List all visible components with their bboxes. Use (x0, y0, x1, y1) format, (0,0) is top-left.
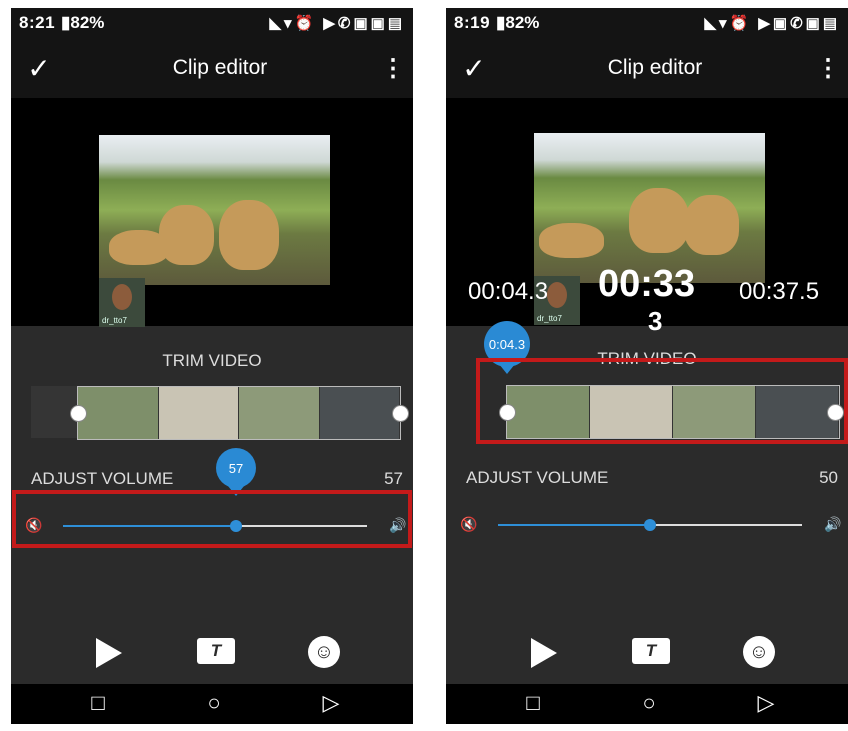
adjust-volume-label: ADJUST VOLUME (31, 469, 174, 488)
checkmark-icon[interactable]: ✓ (11, 52, 67, 85)
trim-video-label: TRIM VIDEO (162, 351, 262, 370)
timer-overflow-digit: 3 (648, 306, 663, 336)
status-bar: 8:19 ▮ 82% ◣▾⏰ ▶▣✆▣▤ (446, 8, 848, 38)
thumbnail-handle: dr_tto7 (102, 316, 127, 325)
mute-icon[interactable]: 🔇 (460, 516, 477, 533)
status-icons: ◣▾⏰ ▶▣✆▣▤ (704, 15, 840, 32)
emoji-icon[interactable]: ☺ (743, 636, 775, 668)
status-bar: 8:21 ▮ 82% ◣▾⏰ ▶✆▣▣▤ (11, 8, 413, 38)
emoji-icon[interactable]: ☺ (308, 636, 340, 668)
battery-icon: ▮ (496, 13, 506, 32)
adjust-volume-label: ADJUST VOLUME (466, 468, 609, 487)
volume-bubble: 57 (216, 448, 256, 488)
home-icon[interactable]: ○ (194, 690, 234, 716)
playback-controls: T ☺ (446, 623, 848, 683)
app-toolbar: ✓ Clip editor ⋮ (446, 38, 848, 98)
play-icon[interactable] (96, 638, 122, 668)
play-icon[interactable] (531, 638, 557, 668)
checkmark-icon[interactable]: ✓ (446, 52, 502, 85)
battery-level: 82% (505, 13, 540, 32)
android-nav-bar: □ ○ ▷ (11, 684, 413, 724)
status-time: 8:21 (19, 13, 56, 32)
back-icon[interactable]: ▷ (311, 690, 351, 716)
current-time: 00:33 (598, 263, 696, 305)
page-title: Clip editor (172, 56, 268, 79)
volume-slider-fill (498, 524, 650, 526)
phone-screen-right: 8:19 ▮ 82% ◣▾⏰ ▶▣✆▣▤ ✓ Clip editor ⋮ dr_… (446, 8, 848, 724)
video-preview[interactable]: dr_tto7 (11, 98, 413, 327)
battery-level: 82% (70, 13, 105, 32)
phone-screen-left: 8:21 ▮ 82% ◣▾⏰ ▶✆▣▣▤ ✓ Clip editor ⋮ dr_… (11, 8, 413, 724)
trim-filmstrip[interactable] (77, 386, 401, 440)
video-frame (99, 135, 330, 285)
volume-value: 50 (819, 468, 838, 487)
trim-start-handle[interactable] (70, 405, 87, 422)
webcam-thumbnail: dr_tto7 (99, 278, 145, 327)
home-icon[interactable]: ○ (629, 690, 669, 716)
trim-start-time: 00:04.3 (468, 278, 549, 305)
recent-apps-icon[interactable]: □ (513, 690, 553, 716)
video-frame (534, 133, 765, 283)
volume-highlight-box (12, 490, 412, 548)
volume-slider-thumb[interactable] (644, 519, 656, 531)
back-icon[interactable]: ▷ (746, 690, 786, 716)
thumbnail-handle: dr_tto7 (537, 314, 562, 323)
status-icons: ◣▾⏰ ▶✆▣▣▤ (269, 15, 405, 32)
text-overlay-icon[interactable]: T (197, 638, 235, 664)
battery-icon: ▮ (61, 13, 71, 32)
more-options-icon[interactable]: ⋮ (373, 54, 413, 83)
playback-controls: T ☺ (11, 623, 413, 683)
page-title: Clip editor (607, 56, 703, 79)
text-overlay-icon[interactable]: T (632, 638, 670, 664)
volume-icon[interactable]: 🔊 (824, 516, 841, 533)
app-toolbar: ✓ Clip editor ⋮ (11, 38, 413, 98)
volume-value: 57 (384, 469, 403, 488)
more-options-icon[interactable]: ⋮ (808, 54, 848, 83)
recent-apps-icon[interactable]: □ (78, 690, 118, 716)
trim-end-handle[interactable] (392, 405, 409, 422)
android-nav-bar: □ ○ ▷ (446, 684, 848, 724)
trim-end-time: 00:37.5 (739, 278, 820, 305)
trim-highlight-box (476, 358, 848, 444)
status-time: 8:19 (454, 13, 491, 32)
